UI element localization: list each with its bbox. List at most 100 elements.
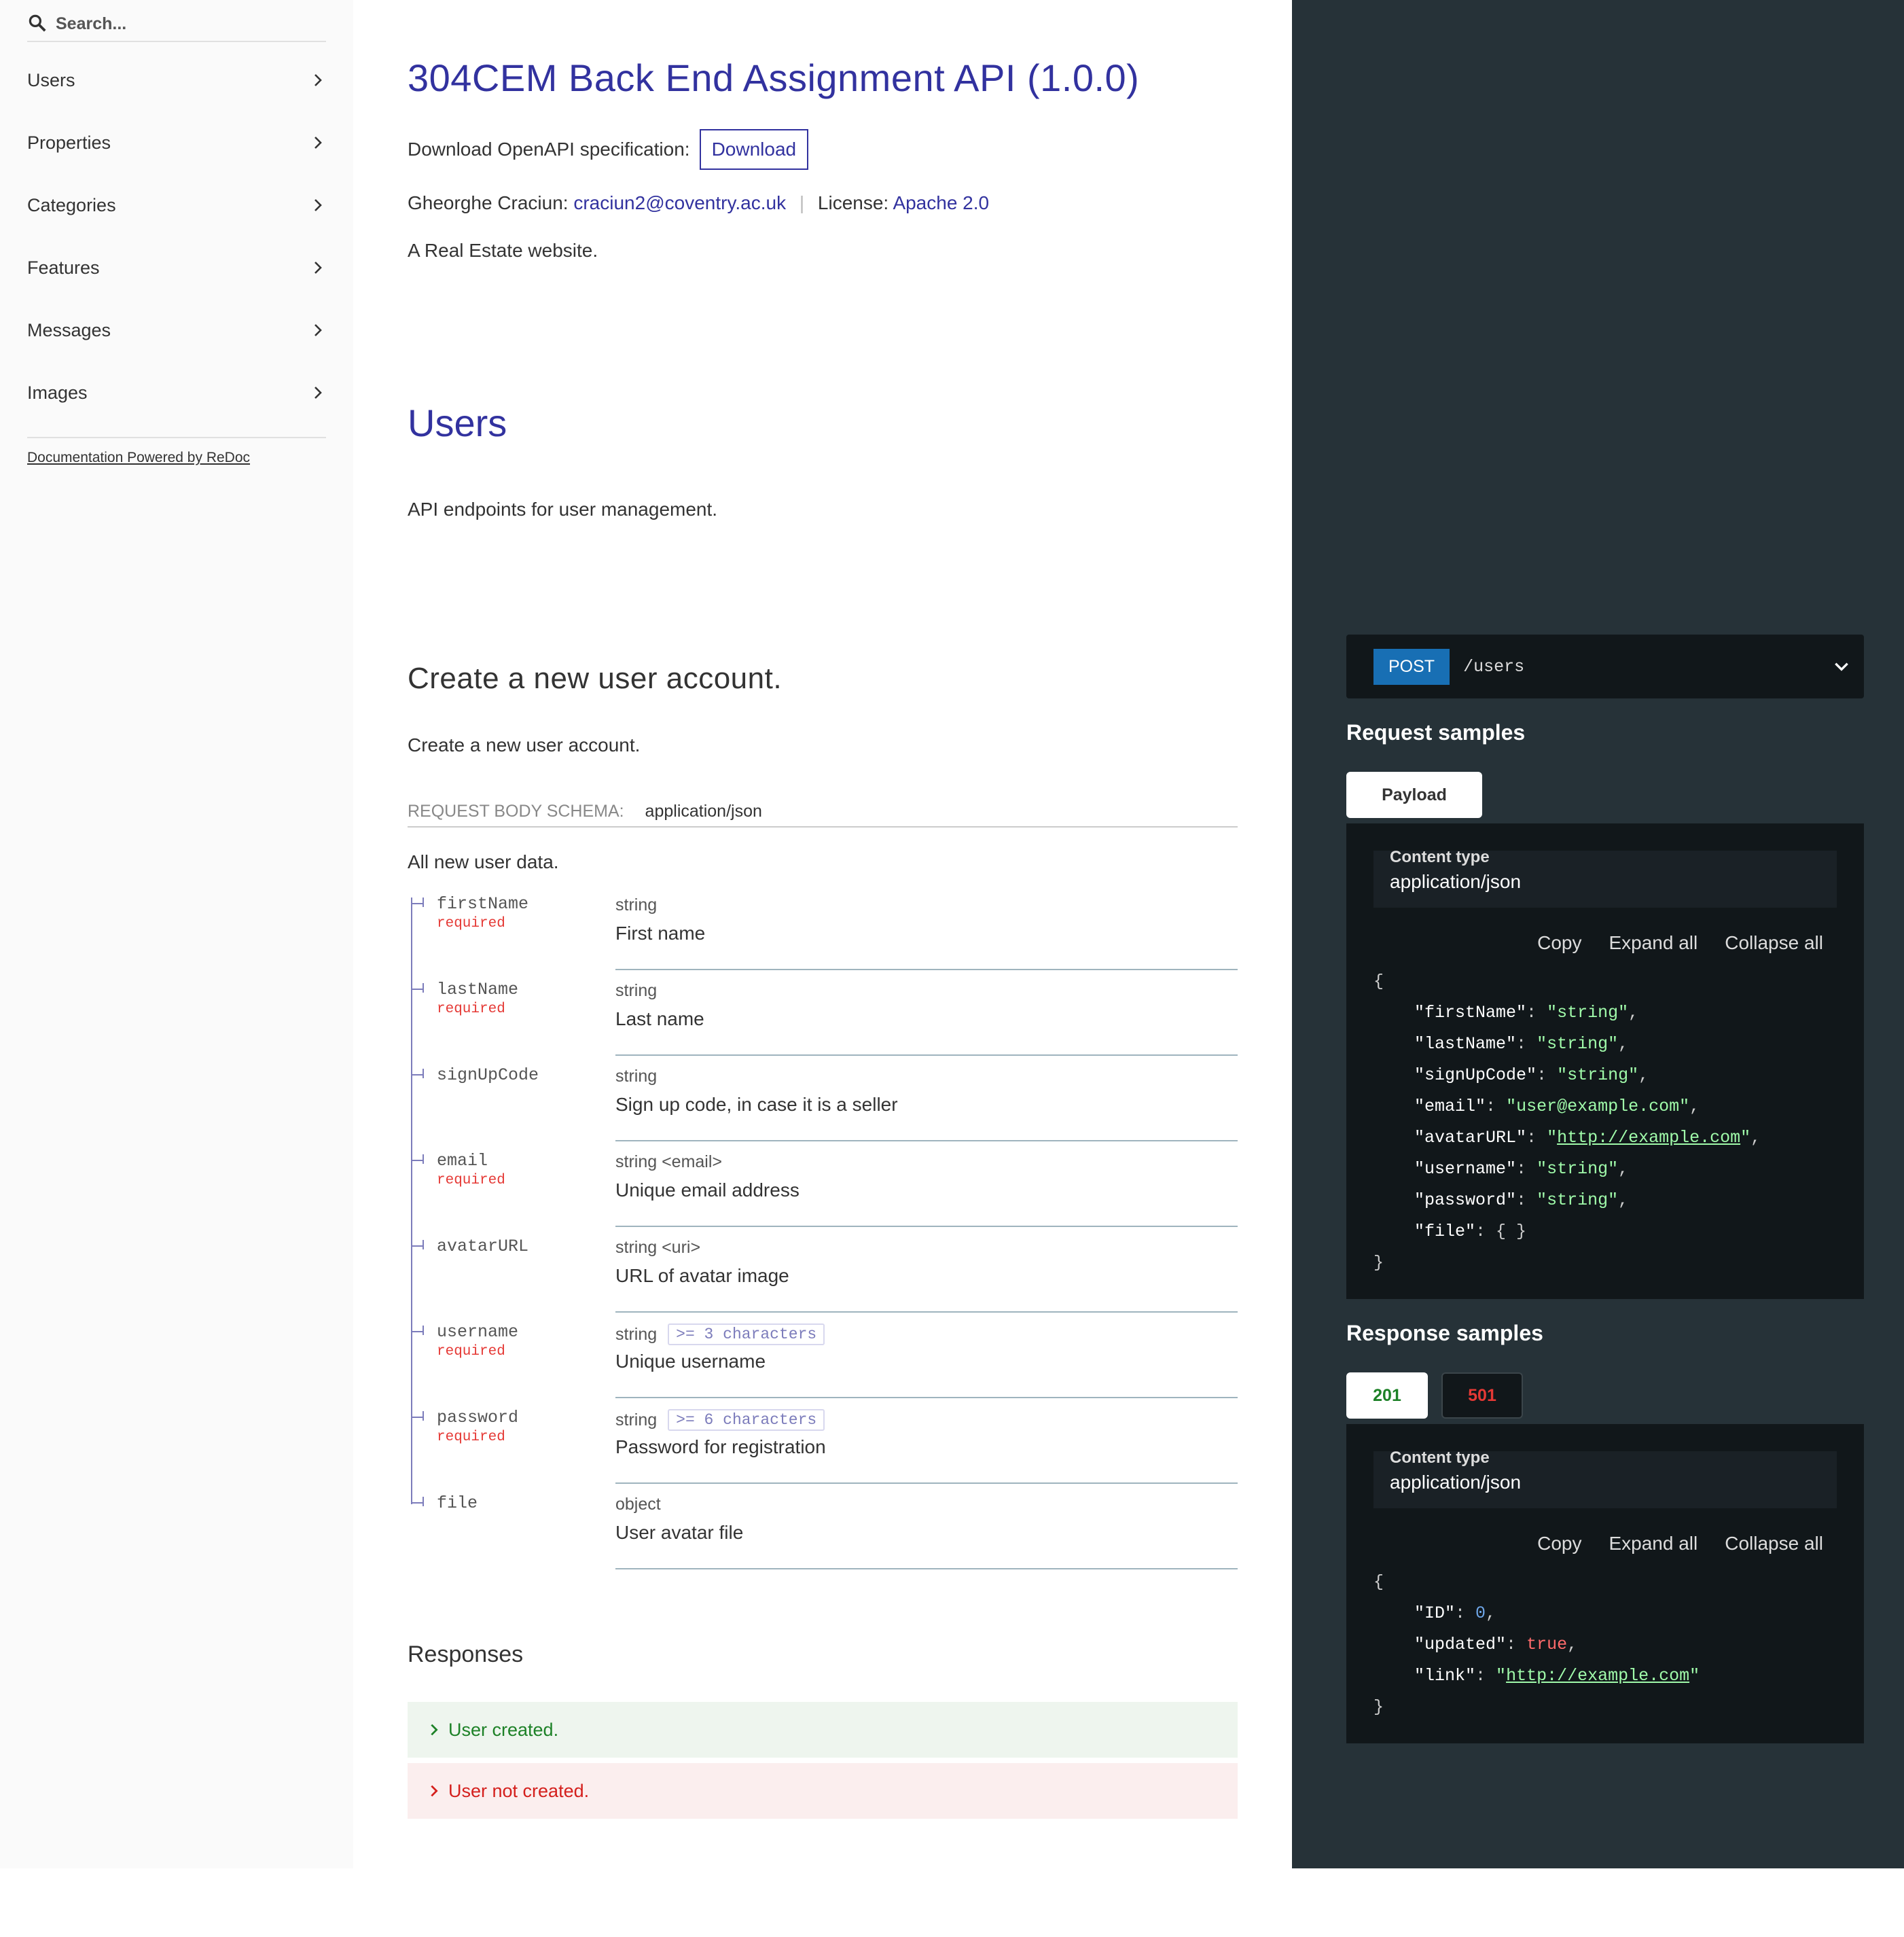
download-row: Download OpenAPI specification: Download (408, 129, 809, 170)
samples-panel: POST /users Request samples Payload Cont… (1292, 0, 1904, 1868)
chevron-right-icon (431, 1724, 438, 1736)
sidebar-item-label: Properties (27, 132, 111, 153)
sidebar-item-users[interactable]: Users (27, 60, 326, 101)
property-sign-up-code: signUpCode string Sign up code, in case … (408, 1063, 1238, 1148)
property-type: string (615, 1324, 658, 1344)
operation-title: Create a new user account. (408, 662, 783, 695)
content-type-label: Content type (1390, 1449, 1490, 1467)
property-type: string (615, 981, 658, 1000)
sidebar-item-features[interactable]: Features (27, 247, 326, 288)
content-type-value: application/json (1390, 871, 1522, 892)
required-label: required (437, 916, 505, 931)
responses-title: Responses (408, 1641, 524, 1667)
required-label: required (437, 1001, 505, 1017)
property-avatar-url: avatarURL string <uri> URL of avatar ima… (408, 1234, 1238, 1319)
sidebar-item-label: Categories (27, 194, 116, 215)
tab-response-501[interactable]: 501 (1441, 1372, 1523, 1419)
property-first-name: firstName required string First name (408, 891, 1238, 977)
response-501-row[interactable]: 501 User not created. (408, 1763, 1238, 1931)
download-button[interactable]: Download (699, 129, 809, 170)
tree-branch (412, 1240, 424, 1249)
schema-label: Request Body schema: (408, 802, 624, 821)
property-last-name: lastName required string Last name (408, 977, 1238, 1063)
response-text: User created. (448, 1719, 559, 1740)
copy-button[interactable]: Copy (1537, 1533, 1581, 1554)
sidebar-item-categories[interactable]: Categories (27, 185, 326, 226)
required-label: required (437, 1173, 505, 1188)
search-box (27, 7, 326, 42)
tab-payload[interactable]: Payload (1346, 772, 1482, 818)
property-description: Unique username (615, 1351, 766, 1372)
section-title: Users (408, 402, 507, 444)
property-divider (615, 1568, 1238, 1569)
property-name: username (437, 1322, 519, 1342)
sidebar-divider (27, 437, 326, 438)
tree-branch (412, 1326, 424, 1335)
content-type-select[interactable]: Content type application/json (1373, 848, 1837, 908)
endpoint-path: /users (1463, 656, 1525, 677)
request-json-sample: { "firstName": "string", "lastName": "st… (1373, 972, 1761, 1273)
body-description: All new user data. (408, 851, 559, 872)
page-title: 304CEM Back End Assignment API (1.0.0) (408, 56, 1140, 99)
response-code: 201 (435, 1850, 466, 1870)
code-tools: Copy Expand all Collapse all (1537, 932, 1823, 954)
email-link[interactable]: craciun2@coventry.ac.uk (573, 192, 786, 213)
collapse-all-button[interactable]: Collapse all (1725, 1533, 1823, 1554)
expand-all-button[interactable]: Expand all (1609, 932, 1698, 954)
property-password: password required string >= 6 characters… (408, 1405, 1238, 1491)
sidebar: Users Properties Categories Features Mes… (0, 0, 353, 1868)
property-divider (615, 1482, 1238, 1484)
license-link[interactable]: Apache 2.0 (893, 192, 989, 213)
expand-all-button[interactable]: Expand all (1609, 1533, 1698, 1554)
license-label: License: (817, 192, 889, 213)
property-type-row: string >= 3 characters (615, 1323, 825, 1345)
property-divider (615, 1397, 1238, 1398)
sidebar-item-images[interactable]: Images (27, 372, 326, 413)
section-description: API endpoints for user management. (408, 499, 718, 520)
chevron-right-icon (315, 137, 322, 149)
copy-button[interactable]: Copy (1537, 932, 1581, 954)
content-type-select[interactable]: Content type application/json (1373, 1449, 1837, 1508)
sidebar-item-messages[interactable]: Messages (27, 310, 326, 351)
response-samples-title: Response samples (1346, 1321, 1543, 1345)
request-body-schema-header: Request Body schema: application/json (408, 802, 1238, 828)
sidebar-item-properties[interactable]: Properties (27, 122, 326, 163)
property-description: Last name (615, 1008, 704, 1029)
code-tools: Copy Expand all Collapse all (1537, 1533, 1823, 1554)
sidebar-item-label: Features (27, 257, 100, 278)
collapse-all-button[interactable]: Collapse all (1725, 932, 1823, 954)
property-divider (615, 1311, 1238, 1313)
property-description: Unique email address (615, 1179, 800, 1201)
request-sample-box: Content type application/json Copy Expan… (1346, 823, 1864, 1299)
content-type-value: application/json (1390, 1472, 1522, 1493)
sidebar-item-label: Images (27, 382, 88, 403)
tree-branch (412, 898, 424, 907)
property-type: string <email> (615, 1152, 723, 1171)
tree-branch (412, 1069, 424, 1078)
property-name: file (437, 1493, 478, 1513)
property-username: username required string >= 3 characters… (408, 1319, 1238, 1405)
property-divider (615, 969, 1238, 970)
property-description: Sign up code, in case it is a seller (615, 1094, 898, 1115)
response-code: 501 (435, 1911, 466, 1931)
response-201-row[interactable]: 201 User created. (408, 1702, 1238, 1870)
property-name: email (437, 1151, 488, 1171)
required-label: required (437, 1429, 505, 1445)
property-name: signUpCode (437, 1065, 539, 1085)
chevron-right-icon (431, 1785, 438, 1797)
property-name: firstName (437, 894, 529, 914)
http-method-badge: POST (1373, 648, 1450, 685)
constraint-badge: >= 3 characters (668, 1323, 825, 1345)
request-samples-title: Request samples (1346, 720, 1526, 745)
search-input[interactable] (54, 11, 322, 37)
operation-description: Create a new user account. (408, 734, 641, 756)
response-text: User not created. (448, 1780, 590, 1801)
property-type: string (615, 1410, 658, 1429)
endpoint-toggle[interactable]: POST /users (1346, 635, 1864, 698)
author-label: Gheorghe Craciun: (408, 192, 569, 213)
property-name: avatarURL (437, 1237, 529, 1256)
tab-response-201[interactable]: 201 (1346, 1372, 1428, 1419)
powered-by-link[interactable]: Documentation Powered by ReDoc (27, 450, 250, 466)
property-type: string (615, 1067, 658, 1086)
property-divider (615, 1054, 1238, 1056)
